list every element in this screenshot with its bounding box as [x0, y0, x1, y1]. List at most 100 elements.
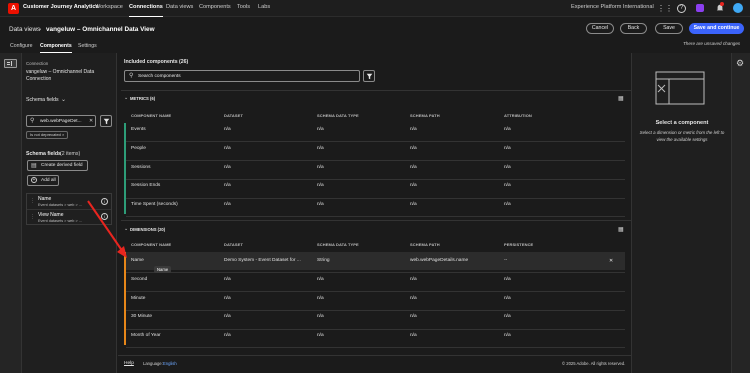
col-component-name[interactable]: COMPONENT NAME	[131, 113, 171, 118]
tab-components[interactable]: Components	[40, 43, 72, 53]
unsaved-changes-notice: There are unsaved changes	[683, 41, 741, 46]
help-link[interactable]: Help	[124, 361, 134, 366]
table-cell: n/a	[317, 295, 324, 301]
clear-search-icon[interactable]: ✕	[89, 118, 93, 124]
table-cell: n/a	[410, 314, 417, 320]
create-derived-field-button[interactable]: ▤ Create derived field	[27, 160, 88, 171]
settings-gear-icon[interactable]: ⚙	[736, 58, 744, 69]
nav-tab-data-views[interactable]: Data views	[166, 4, 193, 10]
avatar[interactable]	[733, 3, 743, 13]
field-name: Name	[38, 196, 52, 202]
metrics-settings-icon[interactable]: ▦	[618, 95, 624, 102]
nav-tab-workspace[interactable]: Workspace	[95, 4, 123, 10]
info-icon[interactable]: i	[101, 213, 108, 220]
filter-tag[interactable]: Is not deprecated ×	[26, 131, 69, 139]
component-name-cell[interactable]: Name	[131, 258, 144, 263]
component-name-cell[interactable]: Month of Year	[131, 333, 161, 338]
empty-state-title: Select a component	[655, 120, 709, 126]
table-row-divider	[126, 328, 625, 330]
add-icon: +	[31, 177, 37, 183]
table-cell: n/a	[317, 276, 324, 282]
component-name-cell[interactable]: Events	[131, 127, 146, 132]
org-switcher[interactable]: Experience Platform International	[571, 4, 654, 10]
list-item[interactable]: ⋮ Name Event datasets > web > ... i	[27, 194, 111, 210]
help-icon[interactable]: ?	[677, 4, 686, 13]
component-search-input[interactable]: ⚲ Search components	[124, 70, 360, 82]
schema-search-input[interactable]: ⚲ web.webPageDet... ✕	[26, 115, 96, 127]
component-name-cell[interactable]: Time Spent (seconds)	[131, 202, 178, 207]
table-cell: n/a	[224, 276, 231, 282]
info-icon[interactable]: i	[101, 198, 108, 205]
app-title[interactable]: Customer Journey Analytics	[23, 4, 99, 10]
component-name-cell[interactable]: Second	[131, 277, 147, 282]
metrics-section	[121, 90, 631, 221]
discover-icon[interactable]	[696, 4, 704, 12]
derived-field-icon: ▤	[31, 163, 37, 169]
chevron-down-icon[interactable]: ⌄	[61, 96, 66, 103]
right-rail: ⚙	[731, 53, 750, 373]
tab-settings[interactable]: Settings	[78, 43, 97, 49]
panel-toggle-icon[interactable]	[4, 59, 17, 68]
component-filter-button[interactable]	[363, 70, 375, 82]
nav-tab-connections[interactable]: Connections	[129, 4, 163, 17]
cancel-button[interactable]: Cancel	[586, 23, 614, 34]
col-schema-data-type[interactable]: SCHEMA DATA TYPE	[317, 113, 359, 118]
save-button[interactable]: Save	[655, 23, 683, 34]
metrics-section-title[interactable]: METRICS (6)	[130, 96, 155, 101]
breadcrumb-root[interactable]: Data views	[9, 26, 40, 33]
included-components-title: Included components (26)	[124, 59, 189, 65]
col-schema-path[interactable]: SCHEMA PATH	[410, 113, 440, 118]
schema-dropdown[interactable]: Schema fields	[26, 97, 59, 103]
table-cell: n/a	[410, 164, 417, 170]
remove-tag-icon[interactable]: ×	[62, 132, 64, 137]
table-cell: n/a	[224, 333, 231, 338]
create-derived-label: Create derived field	[41, 163, 83, 168]
drag-handle-icon[interactable]: ⋮	[30, 214, 35, 220]
component-name-cell[interactable]: 30 Minute	[131, 314, 152, 319]
collapse-metrics-icon[interactable]: ⌄	[124, 95, 128, 101]
schema-fields-count: (2 items)	[60, 151, 81, 157]
tab-configure[interactable]: Configure	[10, 43, 33, 49]
table-cell: n/a	[410, 127, 417, 132]
dimensions-settings-icon[interactable]: ▦	[618, 226, 624, 233]
save-and-continue-button[interactable]: Save and continue	[689, 23, 744, 34]
col-attribution[interactable]: ATTRIBUTION	[504, 113, 532, 118]
back-button[interactable]: Back	[620, 23, 647, 34]
dimensions-section-title[interactable]: DIMENSIONS (20)	[130, 227, 165, 232]
col-persistence[interactable]: PERSISTENCE	[504, 242, 533, 247]
language-label: Language:	[143, 361, 163, 366]
footer-divider	[118, 355, 631, 356]
collapse-dimensions-icon[interactable]: ⌄	[124, 226, 128, 232]
table-cell: web.webPageDetails.name	[410, 258, 469, 263]
col-schema-data-type[interactable]: SCHEMA DATA TYPE	[317, 242, 359, 247]
left-rail	[0, 53, 22, 373]
col-dataset[interactable]: DATASET	[224, 242, 243, 247]
component-name-cell[interactable]: Session Ends	[131, 183, 160, 188]
nav-tab-labs[interactable]: Labs	[258, 4, 270, 10]
filter-icon	[103, 118, 110, 125]
col-schema-path[interactable]: SCHEMA PATH	[410, 242, 440, 247]
nav-tab-tools[interactable]: Tools	[237, 4, 250, 10]
empty-state-illustration-icon	[655, 71, 705, 105]
table-cell: n/a	[317, 183, 324, 189]
apps-grid-icon[interactable]: ⋮⋮	[657, 4, 673, 13]
component-name-cell[interactable]: People	[131, 146, 146, 151]
nav-tab-components[interactable]: Components	[199, 4, 231, 10]
language-link[interactable]: English	[163, 361, 177, 366]
table-cell: n/a	[410, 202, 417, 207]
col-component-name[interactable]: COMPONENT NAME	[131, 242, 171, 247]
remove-component-icon[interactable]: ✕	[609, 258, 613, 264]
component-name-cell[interactable]: Minute	[131, 296, 145, 301]
list-item[interactable]: ⋮ View Name Event datasets > web > ... i	[27, 210, 111, 225]
table-cell: n/a	[317, 314, 324, 320]
add-all-button[interactable]: + Add all	[27, 175, 59, 186]
adobe-logo-icon[interactable]: A	[8, 3, 19, 14]
component-name-cell[interactable]: Sessions	[131, 165, 150, 170]
table-row-divider	[126, 291, 625, 293]
col-dataset[interactable]: DATASET	[224, 113, 243, 118]
table-row-divider	[126, 272, 625, 274]
filter-button[interactable]	[100, 115, 112, 127]
drag-handle-icon[interactable]: ⋮	[30, 198, 35, 204]
table-cell: n/a	[224, 127, 231, 132]
notification-badge	[720, 2, 724, 6]
